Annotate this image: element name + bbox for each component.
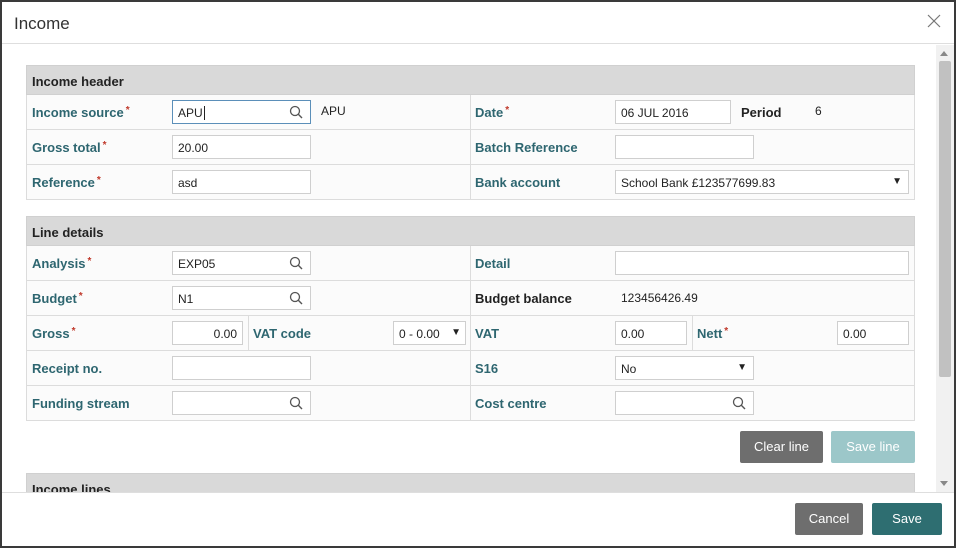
income-lines-title: Income lines bbox=[26, 473, 915, 492]
reference-input[interactable]: asd bbox=[172, 170, 311, 194]
vat-input[interactable]: 0.00 bbox=[615, 321, 687, 345]
cost-centre-input[interactable] bbox=[615, 391, 754, 415]
receipt-no-label: Receipt no. bbox=[32, 361, 103, 376]
batch-reference-label: Batch Reference bbox=[475, 140, 578, 155]
vat-code-select[interactable]: 0 - 0.00 ▼ bbox=[393, 321, 466, 345]
gross-row: Gross * 0.00 VAT code 0 - 0.00 ▼ VAT 0.00… bbox=[26, 316, 915, 351]
gross-total-label: Gross total * bbox=[32, 140, 107, 155]
bank-account-label: Bank account bbox=[475, 175, 561, 190]
save-button[interactable]: Save bbox=[872, 503, 942, 535]
analysis-label: Analysis * bbox=[32, 256, 92, 271]
receipt-no-input[interactable] bbox=[172, 356, 311, 380]
dialog-title: Income bbox=[14, 14, 70, 33]
income-dialog: Income Income header Income source * APU … bbox=[0, 0, 956, 548]
vat-label: VAT bbox=[475, 326, 500, 341]
income-header-section: Income header Income source * APU APU Dat… bbox=[26, 65, 915, 200]
gross-label: Gross * bbox=[32, 326, 76, 341]
batch-reference-input[interactable] bbox=[615, 135, 754, 159]
search-icon[interactable] bbox=[289, 396, 303, 410]
s16-select[interactable]: No ▼ bbox=[615, 356, 754, 380]
search-icon[interactable] bbox=[289, 105, 303, 119]
receipt-row: Receipt no. S16 No ▼ bbox=[26, 351, 915, 386]
scroll-down-icon[interactable] bbox=[940, 481, 948, 486]
budget-row: Budget * N1 Budget balance 123456426.49 bbox=[26, 281, 915, 316]
gross-input[interactable]: 0.00 bbox=[172, 321, 243, 345]
line-details-section: Line details Analysis * EXP05 Detail Budg… bbox=[26, 216, 915, 421]
budget-balance-label: Budget balance bbox=[475, 291, 572, 306]
budget-label: Budget * bbox=[32, 291, 83, 306]
save-line-button[interactable]: Save line bbox=[831, 431, 915, 463]
dialog-title-bar: Income bbox=[2, 2, 954, 44]
s16-label: S16 bbox=[475, 361, 499, 376]
funding-stream-input[interactable] bbox=[172, 391, 311, 415]
income-lines-section: Income lines bbox=[26, 473, 915, 492]
gross-total-input[interactable]: 20.00 bbox=[172, 135, 311, 159]
income-source-label: Income source * bbox=[32, 105, 130, 120]
analysis-row: Analysis * EXP05 Detail bbox=[26, 246, 915, 281]
budget-input[interactable]: N1 bbox=[172, 286, 311, 310]
period-label: Period bbox=[741, 105, 782, 120]
detail-input[interactable] bbox=[615, 251, 909, 275]
scroll-up-icon[interactable] bbox=[940, 51, 948, 56]
line-details-title: Line details bbox=[26, 216, 915, 246]
reference-label: Reference * bbox=[32, 175, 101, 190]
reference-row: Reference * asd Bank account School Bank … bbox=[26, 165, 915, 200]
detail-label: Detail bbox=[475, 256, 511, 271]
dialog-body[interactable]: Income header Income source * APU APU Dat… bbox=[2, 45, 936, 492]
clear-line-button[interactable]: Clear line bbox=[740, 431, 823, 463]
funding-row: Funding stream Cost centre bbox=[26, 386, 915, 421]
income-source-display: APU bbox=[321, 104, 346, 118]
close-icon[interactable] bbox=[924, 11, 944, 31]
scroll-thumb[interactable] bbox=[939, 61, 951, 377]
gross-total-row: Gross total * 20.00 Batch Reference bbox=[26, 130, 915, 165]
date-label: Date * bbox=[475, 105, 510, 120]
chevron-down-icon: ▼ bbox=[892, 176, 902, 187]
income-source-row: Income source * APU APU Date * 06 JUL 2016… bbox=[26, 95, 915, 130]
bank-account-select[interactable]: School Bank £123577699.83 ▼ bbox=[615, 170, 909, 194]
funding-stream-label: Funding stream bbox=[32, 396, 130, 411]
cancel-button[interactable]: Cancel bbox=[795, 503, 863, 535]
nett-input[interactable]: 0.00 bbox=[837, 321, 909, 345]
cost-centre-label: Cost centre bbox=[475, 396, 547, 411]
chevron-down-icon: ▼ bbox=[737, 362, 747, 373]
vat-code-label: VAT code bbox=[253, 326, 312, 341]
chevron-down-icon: ▼ bbox=[451, 327, 461, 338]
search-icon[interactable] bbox=[732, 396, 746, 410]
dialog-footer: Cancel Save bbox=[2, 492, 954, 546]
period-value: 6 bbox=[815, 104, 822, 118]
search-icon[interactable] bbox=[289, 256, 303, 270]
budget-balance-value: 123456426.49 bbox=[621, 291, 698, 305]
search-icon[interactable] bbox=[289, 291, 303, 305]
income-source-input[interactable]: APU bbox=[172, 100, 311, 124]
income-header-title: Income header bbox=[26, 65, 915, 95]
analysis-input[interactable]: EXP05 bbox=[172, 251, 311, 275]
scrollbar[interactable] bbox=[936, 45, 954, 492]
nett-label: Nett * bbox=[697, 326, 729, 341]
date-input[interactable]: 06 JUL 2016 bbox=[615, 100, 731, 124]
